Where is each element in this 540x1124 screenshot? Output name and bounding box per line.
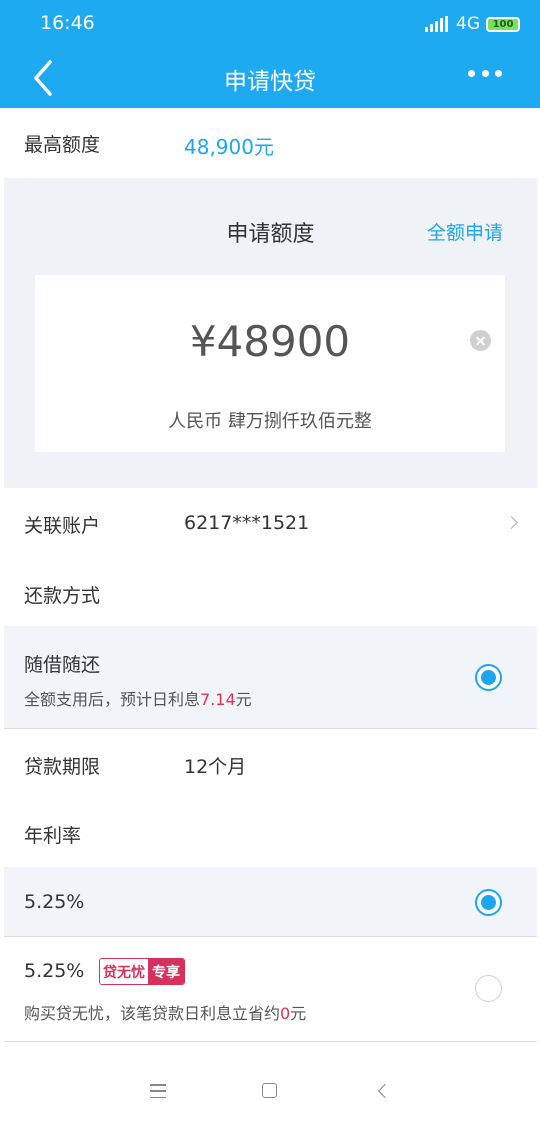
badge-right-text: 专享: [148, 959, 184, 984]
amount-input[interactable]: ¥48900: [35, 317, 505, 366]
loan-term-row: 贷款期限 12个月: [0, 730, 540, 798]
daily-interest-value: 7.14: [200, 690, 236, 709]
badge-left-text: 贷无忧: [100, 959, 148, 984]
menu-icon[interactable]: [150, 1084, 166, 1098]
battery-icon: 100: [486, 16, 520, 32]
repayment-method-row: 还款方式: [0, 558, 540, 626]
rate-option-title: 5.25%: [24, 891, 85, 913]
rate-option-title: 5.25%: [24, 960, 85, 982]
full-apply-link[interactable]: 全额申请: [427, 218, 503, 245]
max-quota-row: 最高额度 48,900元: [0, 108, 540, 178]
max-quota-label: 最高额度: [24, 134, 101, 156]
annual-rate-row: 年利率: [0, 798, 540, 867]
rate-option[interactable]: 5.25% 贷无忧 专享 购买贷无忧，该笔贷款日利息立省约0元: [4, 937, 537, 1042]
repayment-option[interactable]: 随借随还 全额支用后，预计日利息7.14元: [4, 626, 537, 729]
battery-level: 100: [492, 18, 514, 30]
repayment-radio[interactable]: [475, 664, 502, 691]
app-header: 16:46 4G 100 申请快贷: [0, 0, 540, 108]
network-type: 4G: [456, 14, 480, 34]
rate-option-desc: 购买贷无忧，该笔贷款日利息立省约0元: [24, 1004, 307, 1023]
apply-quota-section: 申请额度 全额申请 ¥48900 人民币 肆万捌仟玖佰元整: [4, 178, 537, 488]
chevron-right-icon: [505, 516, 518, 529]
annual-rate-label: 年利率: [24, 825, 82, 847]
status-time: 16:46: [40, 12, 95, 34]
amount-input-card[interactable]: ¥48900 人民币 肆万捌仟玖佰元整: [35, 275, 505, 452]
clear-icon[interactable]: [470, 330, 491, 351]
nav-back-icon[interactable]: [377, 1083, 393, 1099]
repayment-option-desc: 全额支用后，预计日利息7.14元: [24, 690, 252, 709]
linked-account-row[interactable]: 关联账户 6217***1521: [0, 488, 540, 558]
rate-radio[interactable]: [475, 889, 502, 916]
rate-option[interactable]: 5.25%: [4, 867, 537, 937]
home-icon[interactable]: [262, 1083, 277, 1098]
more-options-icon[interactable]: [468, 70, 502, 80]
loan-insurance-badge: 贷无忧 专享: [99, 958, 185, 985]
nav-bar: 申请快贷: [0, 48, 540, 108]
amount-in-words: 人民币 肆万捌仟玖佰元整: [168, 411, 372, 432]
max-quota-value: 48,900元: [184, 135, 274, 159]
linked-account-value: 6217***1521: [184, 512, 310, 534]
loan-term-label: 贷款期限: [24, 756, 101, 778]
status-bar: 16:46 4G 100: [0, 0, 540, 48]
repayment-method-label: 还款方式: [24, 585, 101, 607]
loan-term-value: 12个月: [184, 756, 247, 778]
repayment-option-title: 随借随还: [24, 654, 101, 676]
system-nav-bar: [0, 1060, 540, 1124]
page-title: 申请快贷: [224, 69, 316, 95]
saved-interest-value: 0: [280, 1004, 291, 1023]
rate-radio[interactable]: [475, 975, 502, 1002]
status-indicators: 4G 100: [425, 12, 520, 36]
signal-icon: [425, 16, 450, 32]
linked-account-label: 关联账户: [24, 515, 101, 537]
